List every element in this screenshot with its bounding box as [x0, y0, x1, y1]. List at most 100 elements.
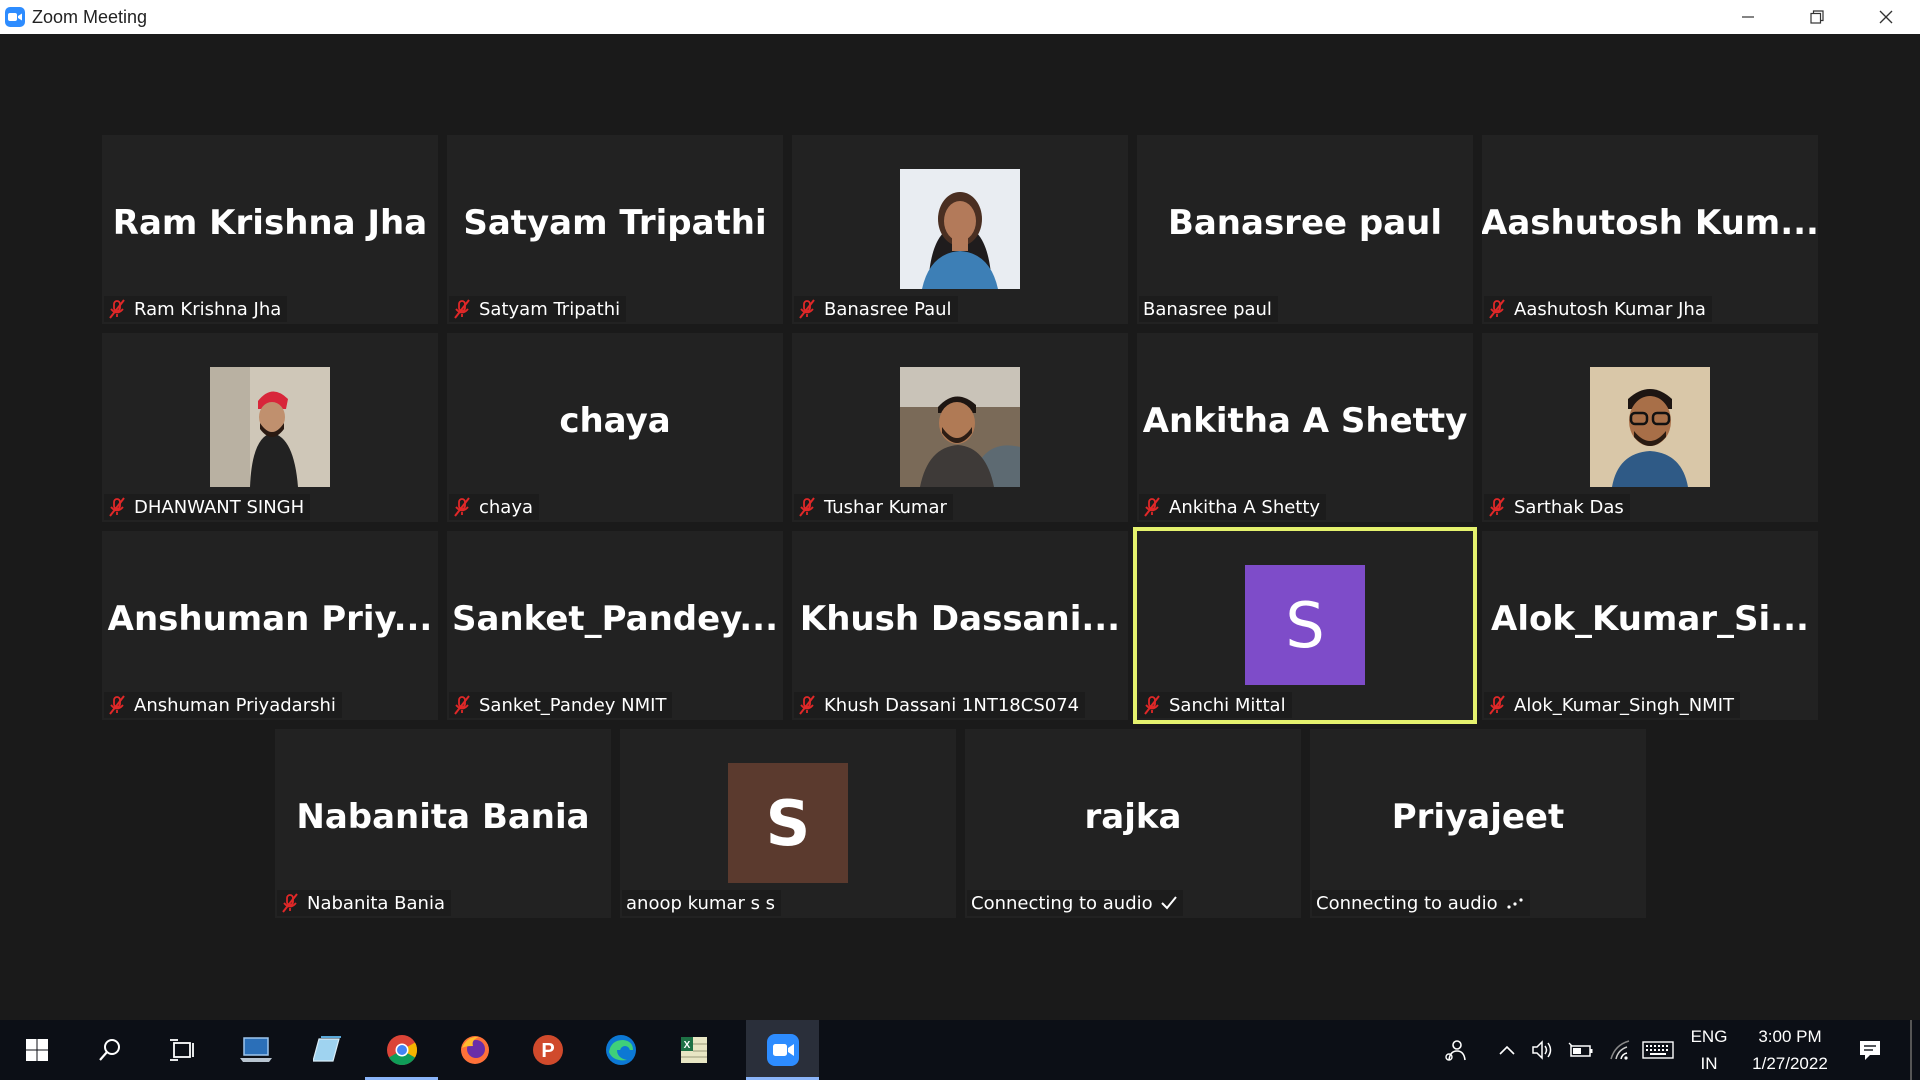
mic-muted-icon	[454, 695, 470, 715]
participant-tile[interactable]: Alok_Kumar_Si... Alok_Kumar_Singh_NMIT	[1482, 531, 1818, 720]
participant-label: anoop kumar s s	[622, 890, 782, 916]
letter-avatar: S	[728, 763, 848, 883]
participant-tile[interactable]: Nabanita Bania Nabanita Bania	[275, 729, 611, 918]
participant-tile[interactable]: rajka Connecting to audio	[965, 729, 1301, 918]
wifi-icon[interactable]	[1604, 1020, 1638, 1080]
chevron-up-icon[interactable]	[1494, 1020, 1520, 1080]
participant-name: Satyam Tripathi	[479, 298, 621, 320]
mic-muted-icon	[799, 695, 815, 715]
minimize-icon	[1741, 16, 1754, 18]
participant-tile[interactable]: Tushar Kumar	[792, 333, 1128, 522]
participant-label: Connecting to audio	[1312, 890, 1530, 916]
participant-tile[interactable]: Khush Dassani... Khush Dassani 1NT18CS07…	[792, 531, 1128, 720]
show-desktop-divider[interactable]	[1910, 1020, 1912, 1080]
mic-muted-icon	[1489, 497, 1505, 517]
excel-icon[interactable]: X	[657, 1020, 730, 1080]
participant-tile[interactable]: Aashutosh Kum... Aashutosh Kumar Jha	[1482, 135, 1818, 324]
participant-name: Banasree Paul	[824, 298, 952, 320]
mic-muted-icon	[454, 497, 470, 517]
participant-photo	[900, 367, 1020, 487]
participant-tile[interactable]: Ankitha A Shetty Ankitha A Shetty	[1137, 333, 1473, 522]
mic-muted-icon	[1144, 497, 1160, 517]
audio-status-text: Connecting to audio	[971, 892, 1153, 914]
volume-icon[interactable]	[1526, 1020, 1560, 1080]
region-code: IN	[1700, 1054, 1718, 1073]
participant-label: Aashutosh Kumar Jha	[1484, 296, 1712, 322]
participant-name: Ram Krishna Jha	[134, 298, 282, 320]
participant-label: Nabanita Bania	[277, 890, 451, 916]
mic-muted-icon	[109, 497, 125, 517]
participant-name: Sanket_Pandey NMIT	[479, 694, 667, 716]
participant-tile[interactable]: Satyam Tripathi Satyam Tripathi	[447, 135, 783, 324]
svg-text:P: P	[541, 1040, 554, 1062]
svg-text:X: X	[683, 1040, 690, 1051]
participant-label: Connecting to audio	[967, 890, 1183, 916]
close-icon	[1879, 10, 1892, 24]
participant-label: Sanchi Mittal	[1139, 692, 1292, 718]
participant-tile[interactable]: Banasree Paul	[792, 135, 1128, 324]
windows-start-icon[interactable]	[0, 1020, 73, 1080]
participant-tile[interactable]: Sarthak Das	[1482, 333, 1818, 522]
mic-muted-icon	[1489, 299, 1505, 319]
clock-time: 3:00 PM	[1758, 1027, 1822, 1046]
participant-tile[interactable]: S anoop kumar s s	[620, 729, 956, 918]
clock-date: 1/27/2022	[1752, 1054, 1828, 1073]
participant-photo	[210, 367, 330, 487]
participant-name: Anshuman Priyadarshi	[134, 694, 336, 716]
people-icon[interactable]	[1436, 1020, 1476, 1080]
notification-icon[interactable]	[1848, 1020, 1892, 1080]
participant-tile[interactable]: Ram Krishna Jha Ram Krishna Jha	[102, 135, 438, 324]
restore-icon	[1809, 10, 1824, 24]
firefox-icon[interactable]	[438, 1020, 511, 1080]
participant-tile[interactable]: Priyajeet Connecting to audio	[1310, 729, 1646, 918]
mic-muted-icon	[109, 695, 125, 715]
participant-label: Banasree paul	[1139, 296, 1278, 322]
battery-icon[interactable]	[1564, 1020, 1598, 1080]
participant-name: Khush Dassani 1NT18CS074	[824, 694, 1080, 716]
participant-name: DHANWANT SINGH	[134, 496, 305, 518]
participant-name: Ankitha A Shetty	[1169, 496, 1321, 518]
clock[interactable]: 3:00 PM 1/27/2022	[1740, 1020, 1840, 1080]
search-icon[interactable]	[73, 1020, 146, 1080]
participant-label: Banasree Paul	[794, 296, 958, 322]
zoom-app-icon	[5, 7, 25, 27]
participant-tile[interactable]: Anshuman Priy... Anshuman Priyadarshi	[102, 531, 438, 720]
edge-icon[interactable]	[584, 1020, 657, 1080]
notepad-icon[interactable]	[292, 1020, 365, 1080]
zoom-icon[interactable]	[746, 1020, 819, 1080]
task-view-icon[interactable]	[146, 1020, 219, 1080]
keyboard-icon[interactable]	[1640, 1020, 1676, 1080]
gallery-view: Ram Krishna Jha Ram Krishna Jha Satyam T…	[0, 34, 1920, 1020]
mic-muted-icon	[799, 299, 815, 319]
participant-name: Alok_Kumar_Singh_NMIT	[1514, 694, 1734, 716]
participant-label: Ankitha A Shetty	[1139, 494, 1327, 520]
powerpoint-icon[interactable]: P	[511, 1020, 584, 1080]
close-button[interactable]	[1851, 0, 1920, 34]
participant-tile[interactable]: DHANWANT SINGH	[102, 333, 438, 522]
letter-avatar: S	[1245, 565, 1365, 685]
participant-label: chaya	[449, 494, 540, 520]
restore-button[interactable]	[1782, 0, 1851, 34]
input-language[interactable]: ENG IN	[1684, 1020, 1734, 1080]
participant-label: Satyam Tripathi	[449, 296, 627, 322]
participant-tile[interactable]: chaya chaya	[447, 333, 783, 522]
laptop-icon[interactable]	[219, 1020, 292, 1080]
mic-muted-icon	[282, 893, 298, 913]
participant-photo	[1590, 367, 1710, 487]
participant-label: Anshuman Priyadarshi	[104, 692, 342, 718]
participant-name: Nabanita Bania	[307, 892, 445, 914]
dots-icon	[1507, 898, 1523, 909]
chrome-icon[interactable]	[365, 1020, 438, 1080]
participant-label: Ram Krishna Jha	[104, 296, 288, 322]
participant-name: Tushar Kumar	[824, 496, 947, 518]
participant-name: anoop kumar s s	[626, 892, 776, 914]
minimize-button[interactable]	[1713, 0, 1782, 34]
participant-name: chaya	[479, 496, 534, 518]
participant-label: Khush Dassani 1NT18CS074	[794, 692, 1086, 718]
window-title: Zoom Meeting	[32, 6, 148, 27]
participant-tile-active-speaker[interactable]: S Sanchi Mittal	[1133, 527, 1477, 724]
participant-name: Banasree paul	[1143, 298, 1272, 320]
participant-tile[interactable]: Sanket_Pandey... Sanket_Pandey NMIT	[447, 531, 783, 720]
participant-name: Sarthak Das	[1514, 496, 1624, 518]
participant-tile[interactable]: Banasree paul Banasree paul	[1137, 135, 1473, 324]
